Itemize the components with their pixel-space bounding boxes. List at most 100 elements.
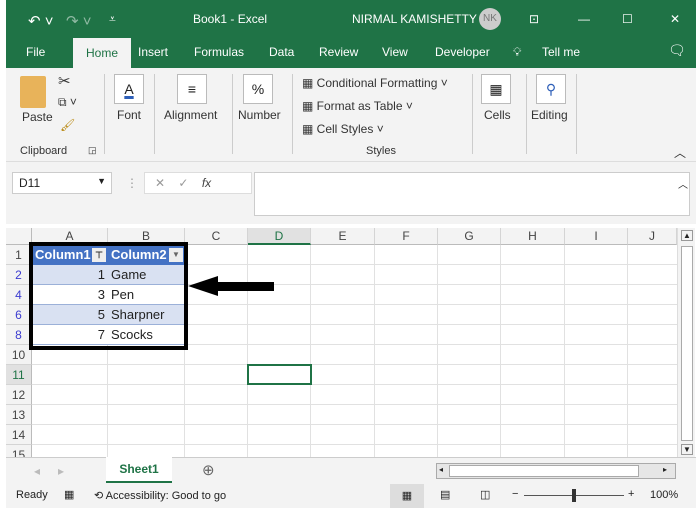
- add-sheet-icon[interactable]: ⊕: [202, 461, 215, 479]
- gridline: [32, 424, 677, 425]
- tab-home[interactable]: Home: [73, 38, 131, 68]
- page-layout-icon[interactable]: ▤: [440, 488, 450, 501]
- status-bar: Ready ▦ ⟲ Accessibility: Good to go ▦ ▤ …: [6, 484, 696, 508]
- search-icon[interactable]: ⚲: [536, 74, 566, 104]
- clipboard-group-label: Clipboard: [20, 145, 68, 157]
- window-title: Book1 - Excel: [193, 12, 268, 26]
- gridline: [627, 245, 628, 457]
- avatar[interactable]: NK: [479, 8, 501, 30]
- cancel-icon[interactable]: ✕: [155, 176, 165, 190]
- gridline: [564, 245, 565, 457]
- gridline: [310, 245, 311, 457]
- cells-icon[interactable]: ▦: [481, 74, 511, 104]
- horizontal-scroll-thumb[interactable]: [449, 465, 639, 477]
- column-header-j[interactable]: J: [628, 228, 677, 245]
- cell-styles-button[interactable]: ▦ Cell Styles ˅: [302, 122, 384, 136]
- user-name: NIRMAL KAMISHETTY: [352, 12, 477, 26]
- maximize-icon[interactable]: ☐: [622, 12, 633, 26]
- column-header-e[interactable]: E: [311, 228, 375, 245]
- sheet-tab-sheet1[interactable]: Sheet1: [106, 457, 172, 483]
- column-header-f[interactable]: F: [375, 228, 438, 245]
- expand-formula-icon[interactable]: ︿: [678, 176, 688, 191]
- number-icon[interactable]: %: [243, 74, 273, 104]
- gridline: [32, 364, 677, 365]
- macro-icon[interactable]: ▦: [64, 488, 74, 501]
- column-header-g[interactable]: G: [438, 228, 501, 245]
- sheet-tab-bar: ◂ ▸ Sheet1 ⊕ ◂ ▸: [6, 457, 696, 484]
- status-ready: Ready: [16, 489, 48, 501]
- gridline: [374, 245, 375, 457]
- row-header-14[interactable]: 14: [6, 425, 32, 445]
- dialog-launcher-icon[interactable]: ◲: [88, 145, 97, 156]
- editing-button[interactable]: Editing: [531, 108, 568, 122]
- zoom-out-icon[interactable]: −: [512, 488, 518, 500]
- formula-input[interactable]: [254, 172, 690, 216]
- zoom-in-icon[interactable]: +: [628, 488, 634, 500]
- paste-icon[interactable]: [20, 76, 46, 108]
- minimize-icon[interactable]: —: [578, 12, 590, 26]
- row-header-12[interactable]: 12: [6, 385, 32, 405]
- font-icon[interactable]: A: [114, 74, 144, 104]
- alignment-button[interactable]: Alignment: [164, 108, 217, 122]
- paste-button[interactable]: Paste: [22, 110, 53, 124]
- tab-insert[interactable]: Insert: [138, 45, 168, 59]
- format-as-table-button[interactable]: ▦ Format as Table ˅: [302, 99, 413, 113]
- close-icon[interactable]: ✕: [670, 12, 680, 26]
- prev-sheet-icon[interactable]: ◂: [34, 464, 40, 478]
- enter-icon[interactable]: ✓: [178, 176, 188, 190]
- more-icon: ⋮: [126, 176, 138, 190]
- copy-icon[interactable]: ⧉ ˅: [58, 95, 77, 110]
- tab-formulas[interactable]: Formulas: [194, 45, 244, 59]
- tell-me[interactable]: Tell me: [542, 45, 580, 59]
- undo-icon[interactable]: ↶ ˅: [28, 12, 54, 30]
- scroll-down-icon[interactable]: ▼: [681, 444, 693, 455]
- font-button[interactable]: Font: [117, 108, 141, 122]
- row-header-13[interactable]: 13: [6, 405, 32, 425]
- formula-actions: ✕ ✓ fx: [144, 172, 252, 194]
- zoom-slider[interactable]: [524, 489, 624, 502]
- scroll-up-icon[interactable]: ▲: [681, 230, 693, 241]
- cut-icon[interactable]: ✂: [58, 72, 71, 90]
- redo-icon[interactable]: ↷ ˅: [66, 12, 92, 30]
- normal-view-icon[interactable]: ▦: [390, 484, 424, 508]
- tab-file[interactable]: File: [26, 45, 45, 59]
- tab-view[interactable]: View: [382, 45, 408, 59]
- lightbulb-icon: 💡︎: [513, 45, 522, 59]
- ribbon-display-icon[interactable]: ⊡: [529, 12, 539, 26]
- styles-group-label: Styles: [366, 145, 396, 157]
- accessibility-status[interactable]: ⟲ Accessibility: Good to go: [94, 489, 226, 502]
- column-header-h[interactable]: H: [501, 228, 565, 245]
- vertical-scrollbar[interactable]: ▲ ▼: [677, 228, 695, 458]
- cells-button[interactable]: Cells: [484, 108, 511, 122]
- name-box[interactable]: D11 ▼: [12, 172, 112, 194]
- gridline: [437, 245, 438, 457]
- page-break-icon[interactable]: ◫: [480, 488, 490, 501]
- customize-qat-icon[interactable]: ⩡: [109, 12, 116, 27]
- scroll-right-icon[interactable]: ▸: [663, 465, 667, 474]
- row-header-11[interactable]: 11: [6, 365, 32, 385]
- gridline: [32, 384, 677, 385]
- tab-developer[interactable]: Developer: [435, 45, 490, 59]
- title-bar: ↶ ˅ ↷ ˅ ⩡ Book1 - Excel NIRMAL KAMISHETT…: [6, 0, 696, 68]
- insert-function-icon[interactable]: fx: [202, 176, 211, 190]
- conditional-formatting-button[interactable]: ▦ Conditional Formatting ˅: [302, 76, 448, 90]
- column-header-c[interactable]: C: [185, 228, 248, 245]
- next-sheet-icon[interactable]: ▸: [58, 464, 64, 478]
- collapse-ribbon-icon[interactable]: ︿: [674, 144, 686, 161]
- scroll-left-icon[interactable]: ◂: [439, 465, 443, 474]
- tab-data[interactable]: Data: [269, 45, 294, 59]
- ribbon: Paste ✂ ⧉ ˅ 🖌︎ Clipboard ◲ A Font ≡ Alig…: [6, 68, 696, 162]
- comments-icon[interactable]: 🗨︎: [668, 42, 686, 59]
- alignment-icon[interactable]: ≡: [177, 74, 207, 104]
- column-header-d[interactable]: D: [248, 228, 311, 245]
- format-painter-icon[interactable]: 🖌︎: [60, 118, 75, 132]
- selected-cell-d11[interactable]: [247, 364, 312, 385]
- zoom-level[interactable]: 100%: [650, 489, 678, 501]
- tab-review[interactable]: Review: [319, 45, 358, 59]
- horizontal-scrollbar[interactable]: ◂ ▸: [436, 463, 676, 479]
- column-header-i[interactable]: I: [565, 228, 628, 245]
- gridline: [500, 245, 501, 457]
- zoom-slider-thumb[interactable]: [572, 489, 576, 502]
- number-button[interactable]: Number: [238, 108, 281, 122]
- vertical-scroll-thumb[interactable]: [681, 246, 693, 441]
